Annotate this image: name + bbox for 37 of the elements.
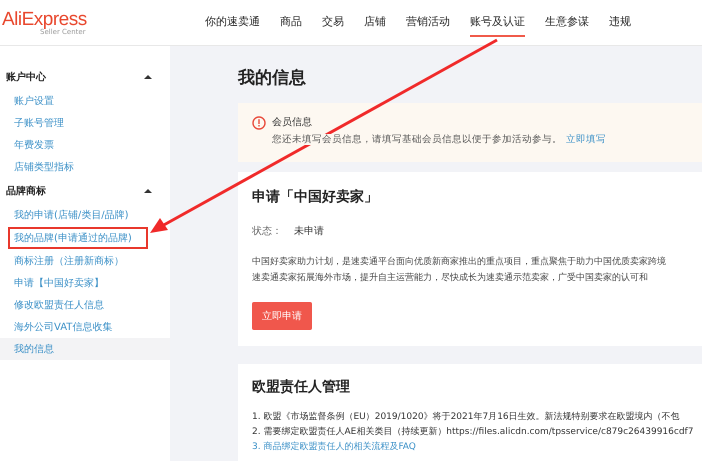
faq-link[interactable]: 3. 商品绑定欧盟责任人的相关流程及FAQ <box>252 440 702 455</box>
sidebar-item[interactable]: 店铺类型指标 <box>14 159 74 175</box>
nav-tab[interactable]: 账号及认证 <box>470 8 525 37</box>
nav-tab[interactable]: 生意参谋 <box>545 8 589 37</box>
description-text: 中国好卖家助力计划，是速卖通平台面向优质新商家推出的重点项目，重点聚焦于助力中国优质卖家跨境 <box>252 256 667 269</box>
description-text: 速卖通卖家拓展海外市场，提升自主运营能力，尽快成长为速卖通示范卖家，广受中国卖家的认可和 <box>252 272 649 285</box>
notice-text: 2. 需要绑定欧盟责任人AE相关类目（持续更新）https://files.alicdn.com/tpsservice/c879c26439916cdf7 <box>252 426 694 439</box>
sidebar-item[interactable]: 子账号管理 <box>14 115 64 131</box>
status-value: 未申请 <box>294 226 324 237</box>
caret-icon[interactable] <box>144 189 152 193</box>
sidebar-heading: 品牌商标 <box>6 184 46 198</box>
caret-icon[interactable] <box>144 75 152 79</box>
sidebar-heading: 账户中心 <box>6 70 46 84</box>
nav-tab[interactable]: 营销活动 <box>406 8 450 37</box>
sidebar-item[interactable]: 海外公司VAT信息收集 <box>14 319 112 335</box>
sidebar-item[interactable]: 我的品牌(申请通过的品牌) <box>14 232 132 245</box>
card-title: 欧盟责任人管理 <box>252 378 351 396</box>
fill-in-link[interactable]: 立即填写 <box>566 134 606 145</box>
nav-tab[interactable]: 店铺 <box>364 8 386 37</box>
sidebar-item[interactable]: 修改欧盟责任人信息 <box>14 297 104 313</box>
apply-button[interactable]: 立即申请 <box>252 302 312 330</box>
alert-title: 会员信息 <box>272 116 313 129</box>
sidebar-item[interactable]: 我的信息 <box>0 338 170 360</box>
page-title: 我的信息 <box>238 67 307 89</box>
warning-icon <box>252 116 266 130</box>
status-label: 状态： <box>252 226 282 237</box>
sidebar-item[interactable]: 商标注册（注册新商标） <box>14 253 124 269</box>
sidebar-item[interactable]: 我的申请(店铺/类目/品牌) <box>14 207 129 223</box>
card-title: 申请「中国好卖家」 <box>252 188 379 206</box>
nav-tab[interactable]: 你的速卖通 <box>205 8 260 37</box>
nav-tab[interactable]: 交易 <box>322 8 344 37</box>
nav-tab[interactable]: 商品 <box>280 8 302 37</box>
sidebar-item[interactable]: 账户设置 <box>14 93 54 109</box>
notice-text: 1. 欧盟《市场监督条例（EU）2019/1020》将于2021年7月16日生效。新法规特别要求在欧盟境内（不包 <box>252 410 681 424</box>
nav-tab[interactable]: 违规 <box>609 8 631 37</box>
sidebar-item[interactable]: 申请【中国好卖家】 <box>14 275 104 291</box>
sidebar-item[interactable]: 年费发票 <box>14 137 54 153</box>
